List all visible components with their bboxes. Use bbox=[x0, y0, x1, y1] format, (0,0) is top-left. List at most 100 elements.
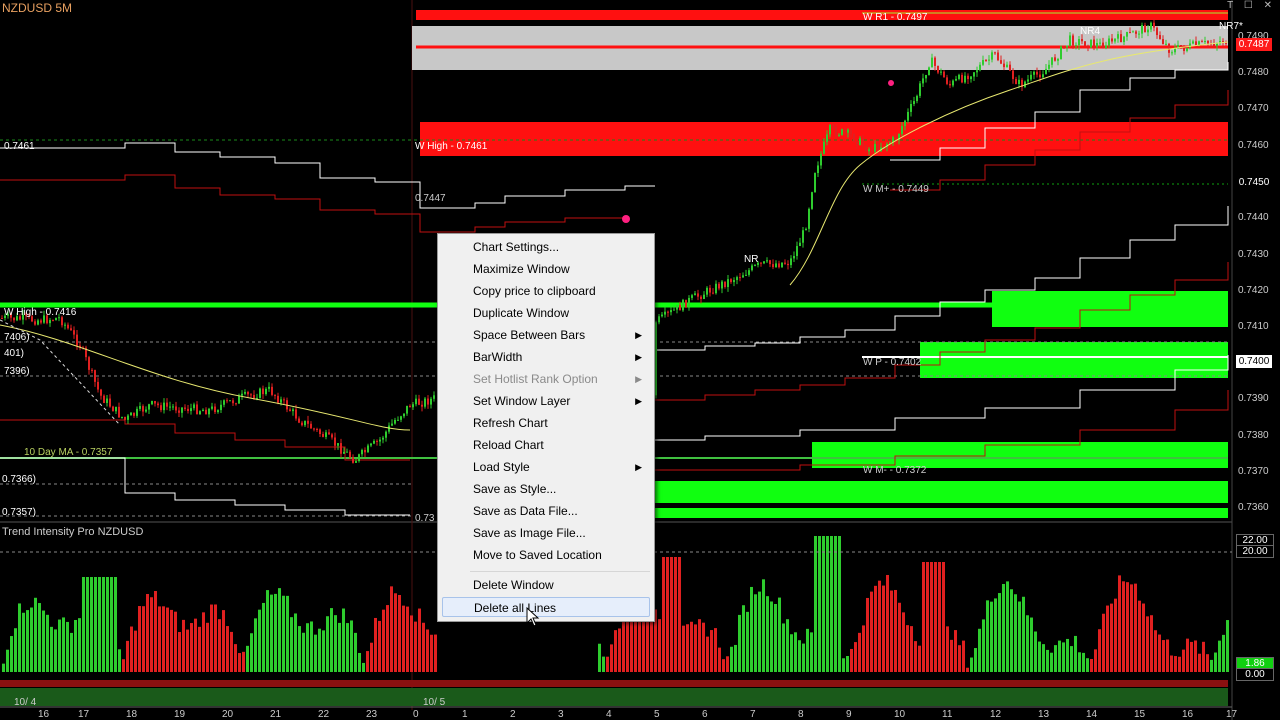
candle-body bbox=[52, 320, 54, 322]
submenu-arrow-icon: ▶ bbox=[635, 462, 642, 472]
candle-body bbox=[811, 192, 813, 209]
menu-item-label: Save as Data File... bbox=[473, 504, 578, 518]
candle-body bbox=[706, 287, 708, 295]
menu-item-label: Space Between Bars bbox=[473, 328, 586, 342]
candle-body bbox=[1120, 34, 1122, 43]
context-menu[interactable]: Chart Settings... Maximize Window Copy pri… bbox=[437, 233, 655, 622]
histogram-bar bbox=[858, 632, 861, 672]
candle-body bbox=[268, 386, 270, 389]
menu-item-space-between-bars[interactable]: Space Between Bars ▶ bbox=[442, 325, 650, 345]
histogram-bar bbox=[862, 625, 865, 672]
candle-body bbox=[868, 149, 870, 152]
histogram-bar bbox=[938, 562, 941, 672]
menu-item-save-as-image-file[interactable]: Save as Image File... bbox=[442, 523, 650, 543]
candle-body bbox=[145, 409, 147, 412]
candle-body bbox=[1105, 45, 1107, 49]
candle-body bbox=[904, 120, 906, 127]
candle-body bbox=[832, 125, 834, 127]
candle-body bbox=[1003, 63, 1005, 68]
candle-body bbox=[784, 262, 786, 264]
menu-item-save-as-data-file[interactable]: Save as Data File... bbox=[442, 501, 650, 521]
price-tick-label: 0.7370 bbox=[1238, 466, 1269, 477]
candle-body bbox=[355, 461, 357, 463]
candle-body bbox=[88, 357, 90, 370]
menu-item-duplicate-window[interactable]: Duplicate Window bbox=[442, 303, 650, 323]
histogram-bar bbox=[754, 594, 757, 672]
candle-body bbox=[400, 416, 402, 420]
histogram-bar bbox=[1166, 639, 1169, 672]
histogram-bar bbox=[834, 536, 837, 672]
menu-item-copy-price-to-clipboard[interactable]: Copy price to clipboard bbox=[442, 281, 650, 301]
candle-body bbox=[841, 129, 843, 135]
candle-body bbox=[322, 434, 324, 437]
histogram-bar bbox=[1038, 641, 1041, 672]
histogram-bar bbox=[1102, 613, 1105, 672]
histogram-bar bbox=[26, 610, 29, 672]
nr4-label: NR4 bbox=[1080, 26, 1101, 37]
time-tick-label: 9 bbox=[846, 709, 852, 720]
histogram-bar bbox=[1074, 635, 1077, 672]
histogram-bar bbox=[930, 562, 933, 672]
candle-body bbox=[1039, 74, 1041, 78]
candle-body bbox=[1159, 35, 1161, 40]
histogram-bar bbox=[1094, 649, 1097, 672]
histogram-bar bbox=[822, 536, 825, 672]
histogram-bar bbox=[882, 585, 885, 672]
histogram-bar bbox=[942, 562, 945, 672]
candle-body bbox=[280, 399, 282, 403]
histogram-bar bbox=[726, 656, 729, 672]
histogram-bar bbox=[2, 663, 5, 672]
histogram-bar bbox=[190, 623, 193, 672]
candle-body bbox=[262, 388, 264, 395]
window-controls[interactable]: T ☐ ✕ bbox=[1227, 0, 1276, 11]
histogram-bar bbox=[350, 620, 353, 672]
histogram-bar bbox=[1090, 658, 1093, 672]
candle-body bbox=[1162, 39, 1164, 44]
histogram-bar bbox=[410, 615, 413, 672]
candle-body bbox=[283, 399, 285, 401]
histogram-bar bbox=[686, 624, 689, 672]
histogram-bar bbox=[258, 609, 261, 672]
candle-body bbox=[373, 440, 375, 444]
candle-body bbox=[781, 262, 783, 268]
candle-body bbox=[718, 283, 720, 289]
candle-body bbox=[958, 74, 960, 79]
candle-body bbox=[247, 391, 249, 395]
indicator-title: Trend Intensity Pro NZDUSD bbox=[2, 526, 144, 538]
candle-body bbox=[313, 428, 315, 430]
histogram-bar bbox=[1150, 615, 1153, 672]
histogram-bar bbox=[1214, 652, 1217, 672]
candle-body bbox=[433, 395, 435, 399]
histogram-bar bbox=[618, 628, 621, 672]
menu-item-refresh-chart[interactable]: Refresh Chart bbox=[442, 413, 650, 433]
histogram-bar bbox=[706, 636, 709, 672]
candle-body bbox=[118, 406, 120, 418]
menu-item-reload-chart[interactable]: Reload Chart bbox=[442, 435, 650, 455]
menu-item-delete-all-lines[interactable]: Delete all Lines bbox=[442, 597, 650, 617]
menu-item-set-window-layer[interactable]: Set Window Layer ▶ bbox=[442, 391, 650, 411]
menu-item-maximize-window[interactable]: Maximize Window bbox=[442, 259, 650, 279]
candle-body bbox=[133, 412, 135, 416]
menu-item-move-to-saved-location[interactable]: Move to Saved Location bbox=[442, 545, 650, 565]
histogram-bar bbox=[174, 611, 177, 672]
histogram-bar bbox=[1086, 658, 1089, 672]
candle-body bbox=[103, 395, 105, 403]
menu-item-load-style[interactable]: Load Style ▶ bbox=[442, 457, 650, 477]
histogram-bar bbox=[898, 602, 901, 672]
candle-body bbox=[1204, 40, 1206, 42]
histogram-bar bbox=[738, 614, 741, 672]
candle-body bbox=[109, 398, 111, 407]
trading-chart-window[interactable]: NZDUSD 5M T ☐ ✕ W R1 - 0.7497 NR7* NR4 W… bbox=[0, 0, 1280, 720]
candle-body bbox=[808, 208, 810, 229]
menu-item-barwidth[interactable]: BarWidth ▶ bbox=[442, 347, 650, 367]
menu-item-delete-window[interactable]: Delete Window bbox=[442, 575, 650, 595]
candle-body bbox=[274, 394, 276, 396]
candle-body bbox=[1036, 71, 1038, 75]
candle-body bbox=[241, 393, 243, 396]
histogram-bar bbox=[946, 626, 949, 672]
menu-item-save-as-style[interactable]: Save as Style... bbox=[442, 479, 650, 499]
candle-body bbox=[1153, 22, 1155, 28]
candle-body bbox=[1015, 78, 1017, 84]
candle-body bbox=[91, 369, 93, 371]
menu-item-chart-settings[interactable]: Chart Settings... bbox=[442, 237, 650, 257]
